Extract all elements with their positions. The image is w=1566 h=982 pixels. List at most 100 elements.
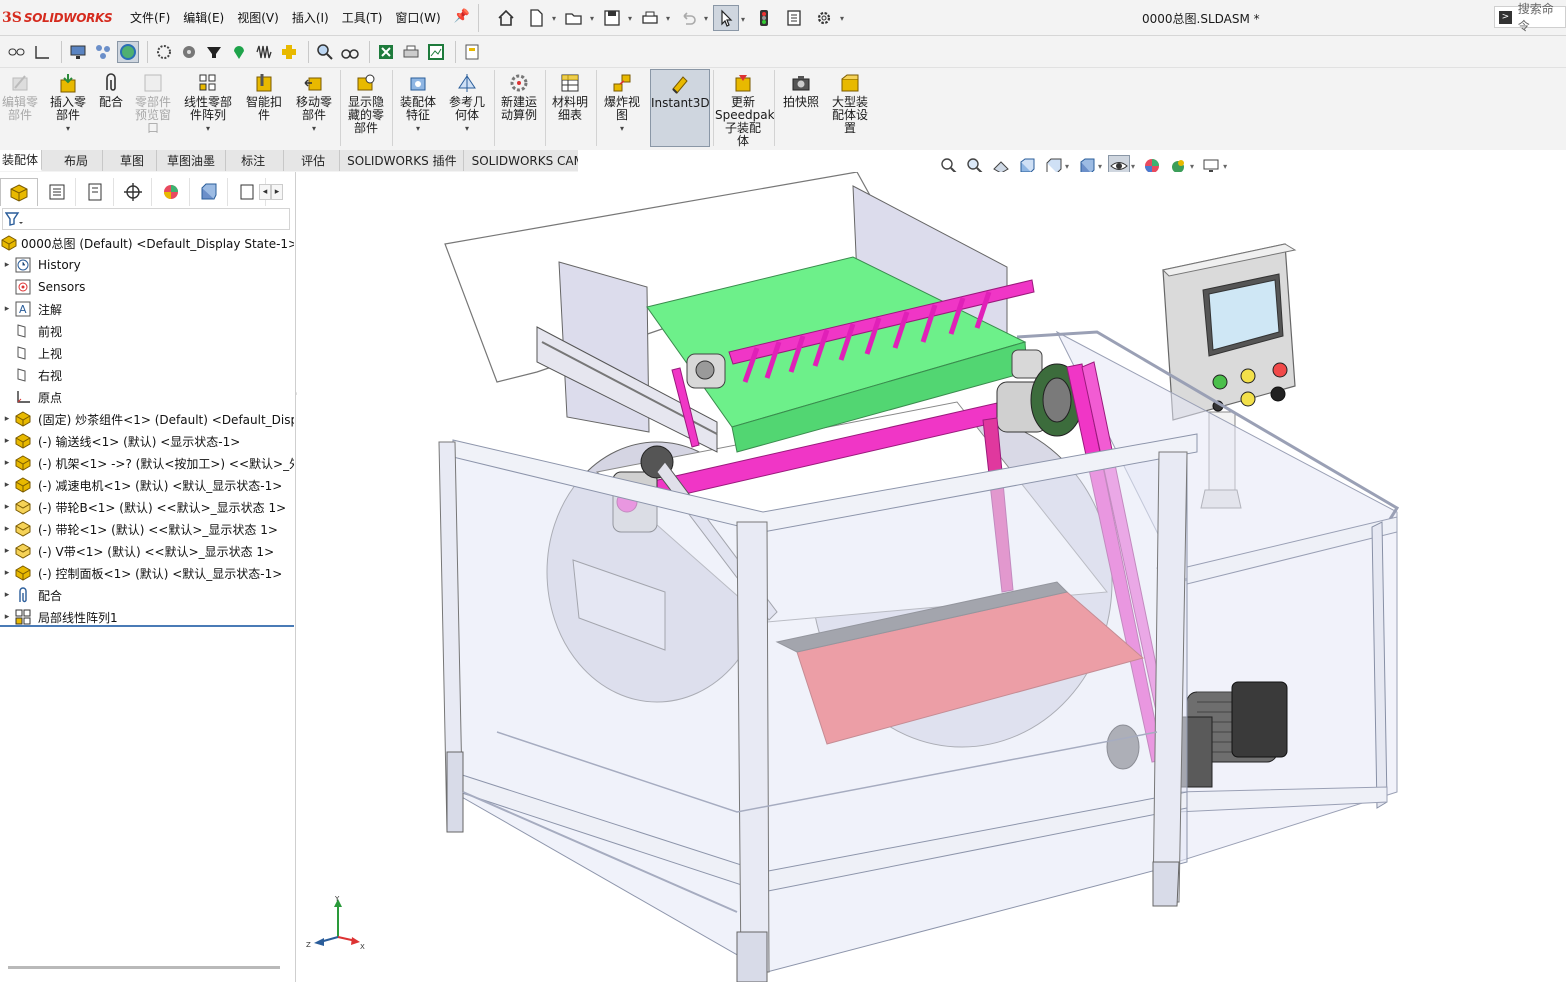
- pin-icon[interactable]: 📌: [454, 9, 470, 26]
- expand-arrow-icon[interactable]: ▸: [0, 524, 14, 534]
- chevron-down-icon[interactable]: ▾: [1190, 162, 1194, 171]
- save-icon[interactable]: ▾: [599, 5, 632, 31]
- chevron-down-icon[interactable]: ▾: [395, 122, 441, 135]
- tree-node[interactable]: ▸ (-) 输送线<1> (默认) <显示状态-1>: [0, 430, 294, 452]
- tree-node[interactable]: 上视: [0, 342, 294, 364]
- chevron-down-icon[interactable]: ▾: [444, 122, 490, 135]
- excel-export-icon[interactable]: [375, 41, 397, 63]
- menu-tools[interactable]: 工具(T): [342, 9, 383, 26]
- chevron-down-icon[interactable]: ▾: [1098, 162, 1102, 171]
- document-list-icon[interactable]: [461, 41, 483, 63]
- chevron-down-icon[interactable]: ▾: [1065, 162, 1069, 171]
- tab-sketch[interactable]: 草图: [103, 150, 158, 171]
- tree-node[interactable]: Sensors: [0, 276, 294, 298]
- tree-node[interactable]: ▸ (-) 机架<1> ->? (默认<按加工>) <<默认>_外: [0, 452, 294, 474]
- exploded-view-button[interactable]: 爆炸视 图 ▾: [599, 72, 645, 135]
- globe-icon[interactable]: [117, 40, 139, 63]
- chevron-down-icon[interactable]: ▾: [180, 122, 236, 135]
- expand-arrow-icon[interactable]: ▸: [0, 612, 14, 622]
- tree-node[interactable]: ▸ (-) 减速电机<1> (默认) <默认_显示状态-1>: [0, 474, 294, 496]
- large-assembly-settings-button[interactable]: 大型装 配体设 置: [827, 72, 873, 135]
- show-hidden-components-button[interactable]: 显示隐 藏的零 部件: [343, 72, 389, 135]
- magnifier-icon[interactable]: [314, 41, 336, 63]
- link-icon[interactable]: [6, 41, 28, 63]
- expand-arrow-icon[interactable]: ▸: [0, 304, 14, 314]
- tree-node[interactable]: 前视: [0, 320, 294, 342]
- location-pin-icon[interactable]: [228, 41, 250, 63]
- mate-button[interactable]: 配合: [96, 72, 126, 109]
- spring-icon[interactable]: [253, 41, 275, 63]
- cam-feature-tree-icon[interactable]: [190, 178, 228, 206]
- expand-arrow-icon[interactable]: ▸: [0, 414, 14, 424]
- reference-geometry-button[interactable]: 参考几 何体 ▾: [444, 72, 490, 135]
- smart-fasteners-button[interactable]: 智能扣 件: [242, 72, 286, 122]
- open-folder-icon[interactable]: ▾: [561, 5, 594, 31]
- chevron-down-icon[interactable]: ▾: [599, 122, 645, 135]
- tab-assembly[interactable]: 装配体: [0, 150, 43, 171]
- update-speedpak-button[interactable]: 更新 Speedpak 子装配 体: [715, 72, 775, 148]
- expand-arrow-icon[interactable]: ▸: [0, 568, 14, 578]
- file-properties-icon[interactable]: [781, 5, 807, 31]
- scroll-left-icon[interactable]: ◂: [259, 184, 271, 200]
- traffic-light-icon[interactable]: [751, 5, 777, 31]
- tree-filter[interactable]: [2, 208, 290, 230]
- tree-node[interactable]: ▸ 配合: [0, 584, 294, 606]
- tree-node[interactable]: ▸ History: [0, 254, 294, 276]
- snapshot-button[interactable]: 拍快照: [778, 72, 824, 109]
- image-export-icon[interactable]: [425, 41, 447, 63]
- new-motion-study-button[interactable]: 新建运 动算例: [496, 72, 542, 122]
- tree-node[interactable]: 右视: [0, 364, 294, 386]
- tree-node[interactable]: ▸ (固定) 炒茶组件<1> (Default) <Default_Displ: [0, 408, 294, 430]
- tree-node[interactable]: ▸ A 注解: [0, 298, 294, 320]
- expand-arrow-icon[interactable]: ▸: [0, 480, 14, 490]
- gears-icon[interactable]: [178, 41, 200, 63]
- tree-node[interactable]: ▸ (-) V带<1> (默认) <<默认>_显示状态 1>: [0, 540, 294, 562]
- chevron-down-icon[interactable]: ▾: [45, 122, 91, 135]
- cross-component-icon[interactable]: [278, 41, 300, 63]
- move-component-button[interactable]: 移动零 部件 ▾: [291, 72, 337, 135]
- tree-node[interactable]: ▸ (-) 带轮B<1> (默认) <<默认>_显示状态 1>: [0, 496, 294, 518]
- funnel-icon[interactable]: [203, 41, 225, 63]
- menu-window[interactable]: 窗口(W): [395, 9, 440, 26]
- menu-insert[interactable]: 插入(I): [292, 9, 329, 26]
- monitor-icon[interactable]: [67, 41, 89, 63]
- menu-edit[interactable]: 编辑(E): [183, 9, 224, 26]
- angle-dimension-icon[interactable]: [31, 41, 53, 63]
- chevron-down-icon[interactable]: ▾: [1131, 162, 1135, 171]
- tab-solidworks-addins[interactable]: SOLIDWORKS 插件: [340, 150, 464, 171]
- home-icon[interactable]: [493, 5, 519, 31]
- bill-of-materials-button[interactable]: 材料明 细表: [548, 72, 592, 122]
- tab-sketch-ink[interactable]: 草图油墨: [157, 150, 227, 171]
- tab-solidworks-cam[interactable]: SOLIDWORKS CAM: [463, 150, 594, 171]
- scroll-right-icon[interactable]: ▸: [271, 184, 283, 200]
- expand-arrow-icon[interactable]: ▸: [0, 546, 14, 556]
- print-icon[interactable]: ▾: [637, 5, 670, 31]
- binoculars-icon[interactable]: [339, 41, 361, 63]
- search-commands-box[interactable]: > 搜索命令: [1494, 2, 1566, 33]
- instant3d-button[interactable]: Instant3D: [650, 69, 710, 147]
- network-icon[interactable]: [92, 41, 114, 63]
- select-arrow-icon[interactable]: ▾: [713, 5, 745, 31]
- property-manager-icon[interactable]: [38, 178, 76, 206]
- new-file-icon[interactable]: ▾: [523, 5, 556, 31]
- tree-node[interactable]: ▸ (-) 控制面板<1> (默认) <默认_显示状态-1>: [0, 562, 294, 584]
- tree-node[interactable]: ▸ (-) 带轮<1> (默认) <<默认>_显示状态 1>: [0, 518, 294, 540]
- assembly-features-button[interactable]: 装配体 特征 ▾: [395, 72, 441, 135]
- expand-arrow-icon[interactable]: ▸: [0, 502, 14, 512]
- insert-component-button[interactable]: 插入零 部件 ▾: [45, 72, 91, 135]
- expand-arrow-icon[interactable]: ▸: [0, 436, 14, 446]
- tab-evaluate[interactable]: 评估: [284, 150, 341, 171]
- chevron-down-icon[interactable]: ▾: [1223, 162, 1227, 171]
- component-preview-button[interactable]: 零部件 预览窗 口: [130, 72, 176, 135]
- feature-manager-icon[interactable]: [0, 178, 38, 206]
- solidworks-logo[interactable]: 3S SOLIDWORKS: [2, 8, 113, 28]
- rollback-bar[interactable]: [0, 625, 294, 627]
- horizontal-scrollbar[interactable]: [8, 966, 280, 969]
- display-manager-icon[interactable]: [152, 178, 190, 206]
- options-gear-icon[interactable]: ▾: [811, 5, 844, 31]
- tab-layout[interactable]: 布局: [42, 150, 104, 171]
- undo-icon[interactable]: ▾: [675, 5, 708, 31]
- configuration-manager-icon[interactable]: [76, 178, 114, 206]
- graphics-area[interactable]: Y X Z: [297, 172, 1566, 982]
- expand-arrow-icon[interactable]: ▸: [0, 458, 14, 468]
